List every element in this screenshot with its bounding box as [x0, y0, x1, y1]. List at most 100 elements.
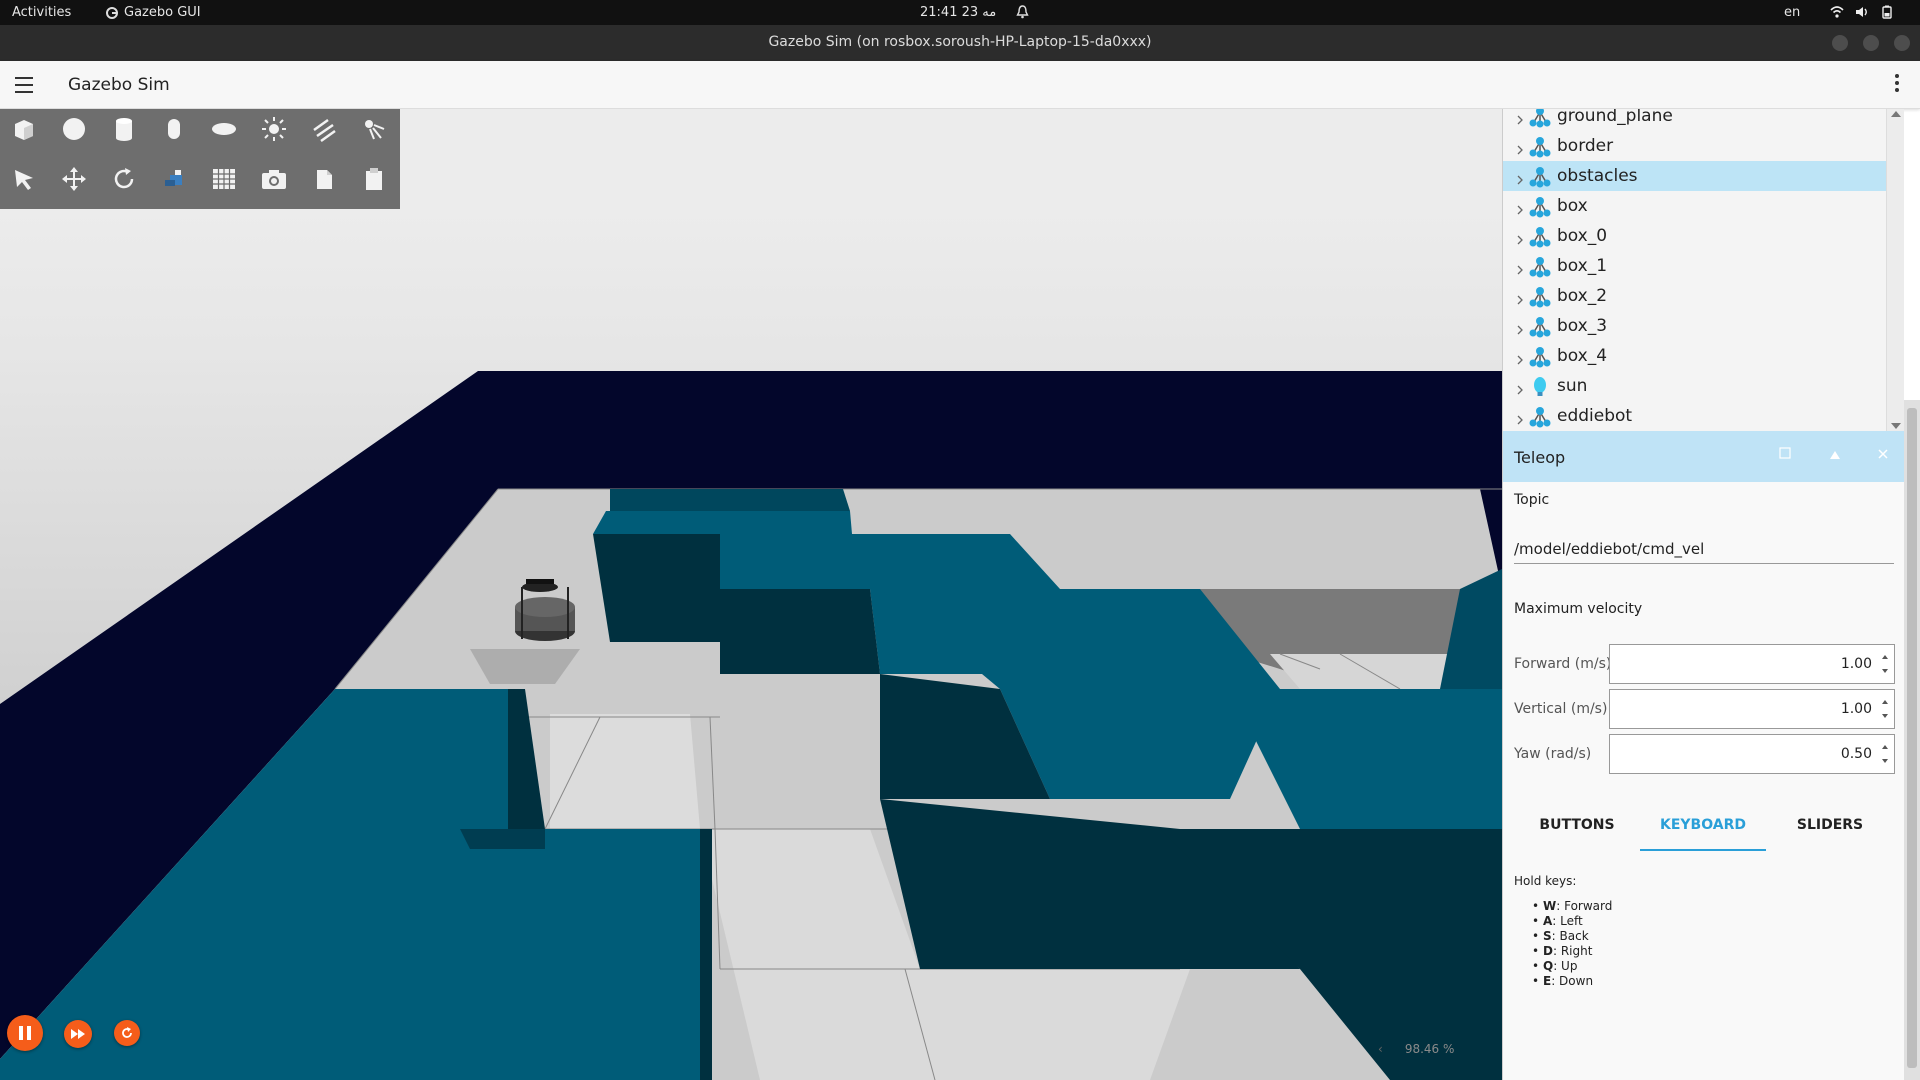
expand-chevron-icon[interactable]	[1517, 380, 1523, 399]
pause-icon	[19, 1026, 31, 1040]
expand-chevron-icon[interactable]	[1517, 230, 1523, 249]
close-panel-icon[interactable]	[1873, 447, 1893, 467]
maximize-button[interactable]	[1863, 35, 1879, 51]
more-options-icon[interactable]	[1894, 74, 1900, 96]
reset-icon	[122, 1027, 132, 1038]
tree-item-ground-plane[interactable]: ground_plane	[1503, 109, 1886, 131]
tree-item-box-1[interactable]: box_1	[1503, 251, 1886, 281]
key-name: Q	[1543, 959, 1554, 973]
3d-scene-viewport[interactable]	[0, 109, 1502, 1080]
copy-icon[interactable]	[306, 161, 342, 197]
expand-chevron-icon[interactable]	[1517, 110, 1523, 129]
spot-light-icon[interactable]	[356, 111, 392, 147]
expand-chevron-icon[interactable]	[1517, 410, 1523, 429]
cylinder-icon[interactable]	[106, 111, 142, 147]
tree-item-label: sun	[1557, 376, 1588, 396]
key-action: : Right	[1552, 944, 1593, 958]
expand-chevron-icon[interactable]	[1517, 350, 1523, 369]
forward-decrement-icon[interactable]	[1882, 669, 1888, 673]
expand-chevron-icon[interactable]	[1517, 260, 1523, 279]
expand-chevron-icon[interactable]	[1517, 290, 1523, 309]
ellipsoid-icon[interactable]	[206, 111, 242, 147]
light-icon	[1529, 376, 1551, 402]
entity-tree-scrollbar[interactable]	[1886, 109, 1904, 431]
app-menu[interactable]: Gazebo GUI	[106, 5, 201, 20]
model-icon	[1529, 256, 1551, 282]
minimize-button[interactable]	[1832, 35, 1848, 51]
model-icon	[1529, 136, 1551, 162]
screenshot-icon[interactable]	[256, 161, 292, 197]
tree-item-box-4[interactable]: box_4	[1503, 341, 1886, 371]
tab-buttons[interactable]: BUTTONS	[1514, 801, 1640, 851]
select-icon[interactable]	[6, 161, 42, 197]
expand-chevron-icon[interactable]	[1517, 320, 1523, 339]
expand-chevron-icon[interactable]	[1517, 140, 1523, 159]
tree-item-box-0[interactable]: box_0	[1503, 221, 1886, 251]
notification-bell-icon[interactable]	[1016, 5, 1029, 23]
teleop-title: Teleop	[1514, 448, 1566, 467]
key-bindings-list: W: ForwardA: LeftS: BackD: RightQ: UpE: …	[1532, 899, 1612, 989]
tab-sliders[interactable]: SLIDERS	[1767, 801, 1893, 851]
rtf-chevron-icon[interactable]: ‹	[1378, 1042, 1383, 1056]
yaw-velocity-value: 0.50	[1840, 746, 1872, 762]
topic-input[interactable]	[1514, 534, 1894, 564]
tree-item-box-2[interactable]: box_2	[1503, 281, 1886, 311]
float-window-icon[interactable]	[1775, 447, 1795, 467]
step-button[interactable]	[64, 1020, 92, 1048]
collapse-icon[interactable]	[1825, 447, 1845, 467]
volume-icon	[1856, 7, 1867, 17]
paste-icon[interactable]	[356, 161, 392, 197]
rotate-icon[interactable]	[106, 161, 142, 197]
grid-icon[interactable]	[206, 161, 242, 197]
model-icon	[1529, 166, 1551, 192]
yaw-decrement-icon[interactable]	[1882, 759, 1888, 763]
transform-control-icon[interactable]	[156, 161, 192, 197]
tab-keyboard[interactable]: KEYBOARD	[1640, 801, 1766, 851]
tree-item-label: eddiebot	[1557, 406, 1633, 426]
vertical-velocity-spinbox[interactable]: 1.00	[1609, 689, 1895, 729]
point-light-icon[interactable]	[256, 111, 292, 147]
key-binding-item: D: Right	[1532, 944, 1612, 959]
system-tray[interactable]	[1830, 5, 1894, 19]
forward-velocity-spinbox[interactable]: 1.00	[1609, 644, 1895, 684]
forward-label: Forward (m/s)	[1514, 656, 1612, 672]
pause-button[interactable]	[7, 1015, 43, 1051]
tree-item-box-3[interactable]: box_3	[1503, 311, 1886, 341]
activities-button[interactable]: Activities	[12, 5, 71, 20]
tree-item-box[interactable]: box	[1503, 191, 1886, 221]
translate-icon[interactable]	[56, 161, 92, 197]
vertical-velocity-value: 1.00	[1840, 701, 1872, 717]
tree-item-eddiebot[interactable]: eddiebot	[1503, 401, 1886, 431]
keyboard-language[interactable]: en	[1784, 5, 1800, 20]
reset-button[interactable]	[114, 1020, 140, 1046]
model-icon	[1529, 286, 1551, 312]
tree-item-label: obstacles	[1557, 166, 1638, 186]
clock[interactable]: 21:41 مه 23	[920, 5, 996, 20]
expand-chevron-icon[interactable]	[1517, 170, 1523, 189]
close-window-button[interactable]	[1894, 35, 1910, 51]
tree-item-sun[interactable]: sun	[1503, 371, 1886, 401]
tree-item-label: box_2	[1557, 286, 1608, 306]
tree-item-border[interactable]: border	[1503, 131, 1886, 161]
expand-chevron-icon[interactable]	[1517, 200, 1523, 219]
sphere-icon[interactable]	[56, 111, 92, 147]
directional-light-icon[interactable]	[306, 111, 342, 147]
system-top-bar: Activities Gazebo GUI 21:41 مه 23 en	[0, 0, 1920, 25]
forward-increment-icon[interactable]	[1882, 655, 1888, 659]
obstacle-back-1	[610, 489, 850, 511]
app-menu-label: Gazebo GUI	[124, 5, 201, 20]
model-icon	[1529, 109, 1551, 132]
yaw-velocity-spinbox[interactable]: 0.50	[1609, 734, 1895, 774]
tree-item-obstacles[interactable]: obstacles	[1503, 161, 1886, 191]
key-action: : Up	[1553, 959, 1578, 973]
hamburger-menu-icon[interactable]	[15, 77, 33, 93]
key-binding-item: S: Back	[1532, 929, 1612, 944]
key-action: : Back	[1551, 929, 1589, 943]
obstacle-block-a-top	[593, 511, 852, 534]
yaw-increment-icon[interactable]	[1882, 745, 1888, 749]
vertical-decrement-icon[interactable]	[1882, 714, 1888, 718]
box-icon[interactable]	[6, 111, 42, 147]
capsule-icon[interactable]	[156, 111, 192, 147]
vertical-increment-icon[interactable]	[1882, 700, 1888, 704]
panel-scrollbar[interactable]	[1904, 400, 1920, 1080]
